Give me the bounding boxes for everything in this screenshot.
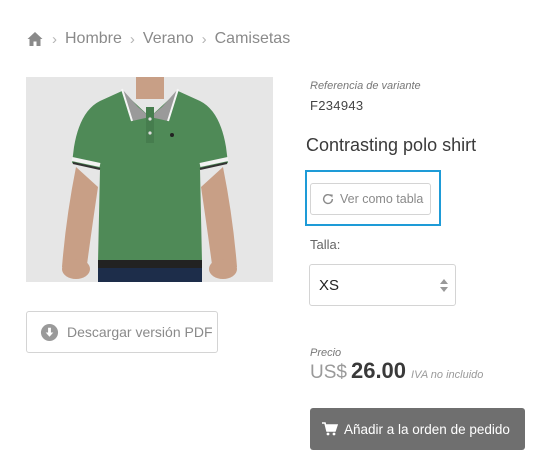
- breadcrumb-item-verano[interactable]: Verano: [143, 30, 194, 48]
- home-icon[interactable]: [26, 30, 44, 48]
- download-pdf-button[interactable]: Descargar versión PDF: [26, 311, 218, 353]
- breadcrumb-separator: ›: [52, 30, 57, 48]
- product-image[interactable]: [26, 77, 273, 282]
- add-to-order-label: Añadir a la orden de pedido: [344, 421, 510, 437]
- size-selected-value: XS: [319, 276, 340, 294]
- view-as-table-label: Ver como tabla: [340, 192, 424, 206]
- breadcrumb-item-hombre[interactable]: Hombre: [65, 30, 122, 48]
- polo-shirt-illustration: [26, 77, 273, 282]
- view-as-table-button[interactable]: Ver como tabla: [310, 183, 431, 215]
- breadcrumb-separator: ›: [129, 30, 135, 48]
- price-tax-note: IVA no incluido: [411, 369, 484, 381]
- variant-reference-label: Referencia de variante: [310, 80, 421, 92]
- breadcrumb-separator: ›: [201, 30, 207, 48]
- add-to-order-button[interactable]: Añadir a la orden de pedido: [310, 408, 525, 450]
- price-currency: US$: [310, 362, 347, 383]
- breadcrumb-item-camisetas[interactable]: Camisetas: [215, 30, 291, 48]
- refresh-icon: [322, 193, 334, 205]
- size-label: Talla:: [310, 237, 341, 252]
- size-select[interactable]: XS: [309, 264, 456, 306]
- download-icon: [40, 323, 59, 341]
- price-amount: 26.00: [350, 358, 407, 383]
- sort-updown-icon: [440, 279, 448, 292]
- cart-icon: [322, 422, 338, 436]
- price-row: US$ 26.00 IVA no incluido: [310, 358, 483, 384]
- variant-reference-value: F234943: [310, 98, 364, 113]
- download-pdf-label: Descargar versión PDF: [67, 324, 213, 340]
- breadcrumb: › Hombre › Verano › Camisetas: [26, 30, 290, 48]
- product-title: Contrasting polo shirt: [306, 135, 477, 155]
